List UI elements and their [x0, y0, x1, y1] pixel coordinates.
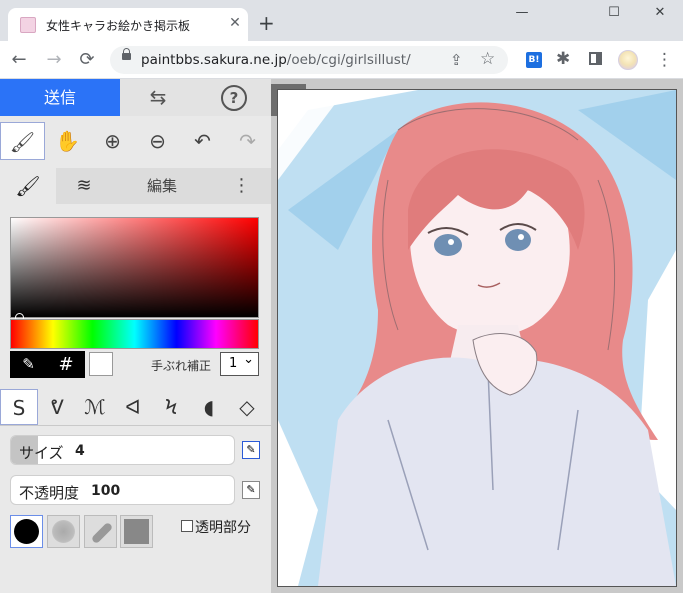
bookmark-star-icon[interactable]: ☆ — [480, 49, 495, 69]
hatena-bookmark-icon[interactable]: B! — [526, 52, 542, 68]
panel-tabs: 🖌 ≋ 編集 ⋮ — [0, 168, 271, 204]
profile-avatar[interactable] — [618, 50, 638, 70]
minimize-button[interactable]: — — [502, 5, 542, 25]
saturation-value-picker[interactable] — [10, 217, 259, 322]
brush-type-fill-icon[interactable]: ◖ — [190, 389, 228, 425]
lock-icon — [122, 48, 131, 60]
alpha-lock-checkbox[interactable] — [181, 520, 193, 532]
size-value: 4 — [75, 443, 85, 459]
drawing-canvas[interactable] — [277, 89, 677, 587]
pencil-shape-icon — [90, 521, 114, 545]
tab-edit[interactable]: 編集 — [112, 168, 212, 204]
opacity-label: 不透明度 — [19, 484, 80, 502]
browser-menu-icon[interactable]: ⋮ — [656, 50, 673, 70]
url-path: /oeb/cgi/girlsillust/ — [286, 52, 411, 68]
hand-tool-icon[interactable]: ✋ — [45, 122, 90, 160]
hue-slider[interactable] — [10, 319, 259, 349]
reload-button[interactable]: ⟳ — [76, 49, 98, 71]
tab-more-icon[interactable]: ⋮ — [212, 168, 271, 204]
brush-tool-icon[interactable]: 🖌 — [0, 122, 45, 160]
zoom-in-icon[interactable]: ⊕ — [90, 122, 135, 160]
redo-icon[interactable]: ↷ — [225, 122, 270, 160]
tab-layers[interactable]: ≋ — [56, 168, 112, 204]
favicon-icon — [20, 17, 36, 33]
stabilizer-label: 手ぶれ補正 — [151, 359, 212, 373]
help-button[interactable]: ? — [196, 79, 271, 116]
side-panel-icon[interactable] — [589, 52, 602, 65]
tab-close-icon[interactable]: ✕ — [226, 14, 244, 32]
brush-shape-circle[interactable] — [10, 515, 43, 548]
browser-tab[interactable]: 女性キャラお絵かき掲示板 ✕ — [8, 8, 248, 41]
size-label: サイズ — [19, 444, 64, 462]
brush-shape-blur[interactable] — [47, 515, 80, 548]
window-close-button[interactable]: ✕ — [640, 5, 680, 25]
square-shape-icon — [124, 519, 149, 544]
send-button[interactable]: 送信 — [0, 79, 120, 116]
forward-button[interactable]: → — [43, 49, 65, 71]
illustration — [278, 90, 676, 586]
new-tab-button[interactable]: + — [258, 13, 275, 33]
opacity-value: 100 — [91, 483, 121, 499]
swap-panel-button[interactable]: ⇆ — [120, 79, 196, 116]
size-slider[interactable]: サイズ 4 — [10, 435, 235, 465]
brush-type-fan-icon[interactable]: ℳ — [76, 389, 114, 425]
opacity-slider[interactable]: 不透明度 100 — [10, 475, 235, 505]
extensions-icon[interactable]: ✱ — [556, 49, 570, 69]
url-host: paintbbs.sakura.ne.jp — [141, 52, 287, 68]
back-button[interactable]: ← — [8, 49, 30, 71]
opacity-pressure-toggle-icon[interactable]: ✎ — [242, 481, 260, 499]
stabilizer-select[interactable]: 1 — [220, 349, 259, 376]
alpha-lock-label: 透明部分 — [195, 520, 251, 536]
tool-panel: 送信 ⇆ ? 🖌 ✋ ⊕ ⊖ ↶ ↷ 🖌 ≋ 編集 ⋮ ✎ # 手ぶれ補正 1 … — [0, 79, 271, 593]
brush-type-bolt-icon[interactable]: Ϟ — [152, 389, 190, 425]
brush-shape-square[interactable] — [120, 515, 153, 548]
url-input[interactable]: paintbbs.sakura.ne.jp/oeb/cgi/girlsillus… — [110, 46, 508, 74]
help-icon: ? — [221, 85, 247, 111]
maximize-button[interactable]: ☐ — [594, 5, 634, 25]
canvas-area: ⇤ — [271, 79, 683, 593]
brush-shape-pencil[interactable] — [84, 515, 117, 548]
size-pressure-toggle-icon[interactable]: ✎ — [242, 441, 260, 459]
tab-pen[interactable]: 🖌 — [0, 168, 56, 204]
url-text: paintbbs.sakura.ne.jp/oeb/cgi/girlsillus… — [141, 52, 411, 68]
brush-type-row: S ᕓ ℳ ᐊ Ϟ ◖ ◇ — [0, 389, 271, 426]
tool-row: 🖌 ✋ ⊕ ⊖ ↶ ↷ — [0, 122, 271, 160]
brush-type-curve-icon[interactable]: ᕓ — [38, 389, 76, 425]
address-bar-row: ← → ⟳ paintbbs.sakura.ne.jp/oeb/cgi/girl… — [0, 41, 683, 79]
eraser-icon[interactable]: ◇ — [228, 389, 266, 425]
eyedropper-icon[interactable]: ✎ — [10, 351, 47, 378]
zoom-out-icon[interactable]: ⊖ — [135, 122, 180, 160]
tab-title: 女性キャラお絵かき掲示板 — [46, 19, 191, 33]
circle-shape-icon — [14, 519, 39, 544]
brush-type-pen-icon[interactable]: S — [0, 389, 38, 425]
blur-shape-icon — [52, 520, 75, 543]
undo-icon[interactable]: ↶ — [180, 122, 225, 160]
share-icon[interactable]: ⇪ — [450, 51, 463, 69]
browser-tab-bar: 女性キャラお絵かき掲示板 ✕ + — ☐ ✕ — [0, 0, 683, 41]
hex-input-button[interactable]: # — [47, 351, 85, 378]
brush-type-lasso-icon[interactable]: ᐊ — [114, 389, 152, 425]
current-color-swatch[interactable] — [89, 352, 113, 376]
